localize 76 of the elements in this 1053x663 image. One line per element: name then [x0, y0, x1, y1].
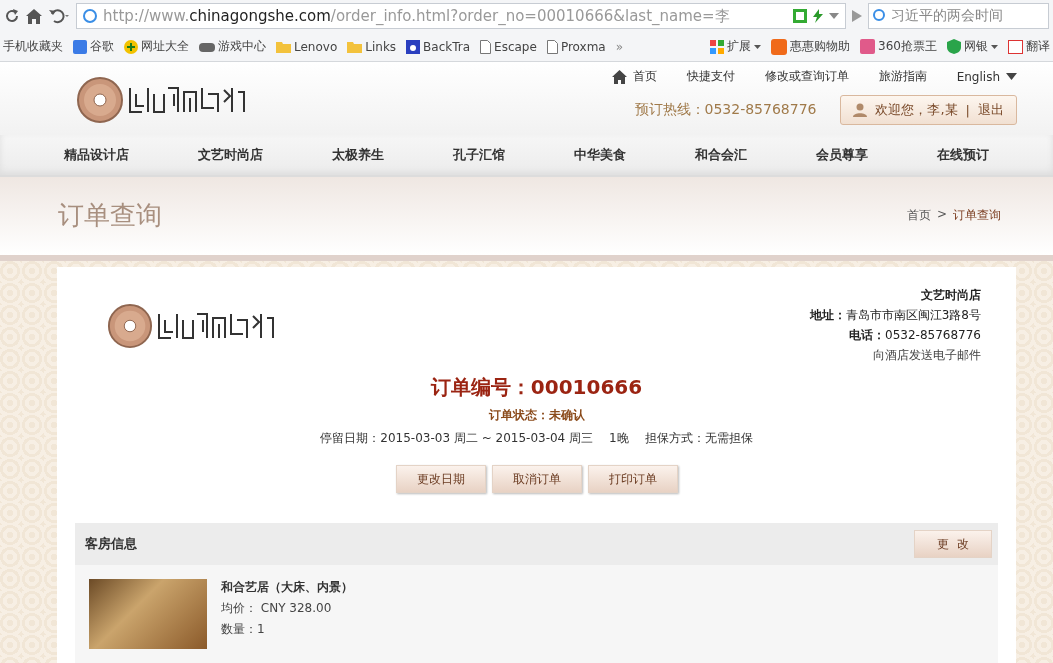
bookmark-item[interactable]: Escape [480, 39, 537, 54]
stay-dates: 停留日期：2015-03-03 周二 ~ 2015-03-04 周三 [320, 430, 594, 447]
folder-icon [276, 40, 291, 53]
refresh-icon[interactable] [4, 8, 20, 25]
logo-disc-icon [107, 302, 153, 349]
extension-item[interactable]: 扩展 [710, 38, 762, 56]
email-hotel-link[interactable]: 向酒店发送电子邮件 [873, 347, 981, 364]
hotel-phone: 电话：0532-85768776 [849, 327, 981, 344]
order-status: 订单状态：未确认 [488, 407, 585, 424]
section-title: 客房信息 [85, 535, 137, 553]
search-field[interactable]: 习近平的两会时间 [868, 3, 1049, 30]
breadcrumb-item[interactable]: 订单查询 [953, 207, 1001, 225]
folder-icon [347, 40, 363, 53]
bookmark-item[interactable]: Proxma [546, 39, 606, 54]
address-bar[interactable]: http://www.chinagongshe.com/order_info.html?order_no=00010666&last_name=李 [76, 3, 846, 30]
welcome-text: 欢迎您，李,某 [875, 101, 958, 120]
plus-circle-icon [124, 39, 138, 54]
nav-item[interactable]: 中华美食 [573, 145, 626, 164]
action-button[interactable]: 取消订单 [491, 465, 582, 493]
room-name: 和合艺居（大床、内景） [221, 579, 353, 596]
user-icon [853, 103, 868, 118]
nav-item[interactable]: 文艺时尚店 [198, 145, 264, 164]
language-selector[interactable]: English [956, 69, 1017, 84]
caret-icon [1006, 73, 1017, 81]
extension-item[interactable]: 翻译 [1008, 38, 1050, 56]
extension-item[interactable]: 网银 [947, 38, 998, 56]
hotel-name: 文艺时尚店 [921, 287, 981, 304]
top-link[interactable]: 快捷支付 [686, 68, 735, 86]
page-icon [480, 39, 492, 54]
dropdown-caret-icon[interactable] [829, 13, 839, 20]
bookmark-item[interactable]: Links [347, 39, 397, 54]
shield-icon [947, 39, 961, 55]
top-link[interactable]: 旅游指南 [878, 68, 927, 86]
url-text: http://www.chinagongshe.com/order_info.html?order_no=00010666&last_name=李 [103, 6, 730, 26]
nav-item[interactable]: 会员尊享 [815, 145, 868, 164]
logout-link[interactable]: 退出 [978, 101, 1004, 120]
nav-item[interactable]: 孔子汇馆 [453, 145, 506, 164]
top-link[interactable]: 修改或查询订单 [764, 68, 849, 86]
nav-item[interactable]: 和合会汇 [694, 145, 747, 164]
guarantee-text: 担保方式：无需担保 [644, 430, 753, 447]
ticket-icon [860, 39, 876, 55]
price-text: 均价： CNY 328.00 [221, 600, 333, 617]
action-button[interactable]: 更改日期 [395, 465, 486, 493]
extension-item[interactable]: 惠惠购物助 [771, 38, 851, 56]
nav-item[interactable]: 太极养生 [332, 145, 385, 164]
undo-icon[interactable] [48, 8, 70, 25]
action-button[interactable]: 打印订单 [587, 465, 678, 493]
breadcrumb-item[interactable]: > [936, 207, 947, 225]
page-icon [546, 39, 558, 54]
bookmark-item[interactable]: 游戏中心 [199, 38, 266, 56]
grid-icon [710, 39, 725, 54]
quantity-text: 数量：1 [221, 621, 266, 638]
bookmark-item[interactable]: BackTra [406, 39, 471, 54]
search-icon [873, 9, 887, 24]
bookmark-item[interactable]: 谷歌 [73, 38, 114, 56]
extension-item[interactable]: 360抢票王 [860, 38, 937, 56]
bookmark-item[interactable]: Lenovo [276, 39, 338, 54]
nav-item[interactable]: 精品设计店 [64, 145, 130, 164]
logo-disc-icon [76, 76, 124, 125]
bookmark-item[interactable]: 手机收藏夹 [3, 38, 63, 56]
home-icon[interactable] [26, 8, 42, 24]
page-title: 订单查询 [58, 199, 162, 233]
breadcrumb-item[interactable]: 首页 [906, 207, 931, 225]
separator-text: | [965, 102, 970, 118]
search-text: 习近平的两会时间 [891, 7, 1003, 26]
shopping-assistant-icon [771, 38, 788, 55]
order-number: 订单编号：00010666 [430, 374, 643, 401]
nav-item[interactable]: 在线预订 [936, 145, 989, 164]
edit-button[interactable]: 更 改 [914, 530, 992, 558]
nights-text: 1晚 [609, 430, 629, 447]
go-arrow-icon[interactable] [852, 10, 862, 23]
hotel-address: 地址：青岛市市南区闽江3路8号 [809, 307, 981, 324]
hotline-text: 预订热线：0532-85768776 [634, 101, 817, 120]
top-link[interactable]: 首页 [611, 68, 657, 86]
lightning-icon[interactable] [813, 9, 823, 24]
bookmark-item[interactable]: 网址大全 [124, 38, 189, 56]
